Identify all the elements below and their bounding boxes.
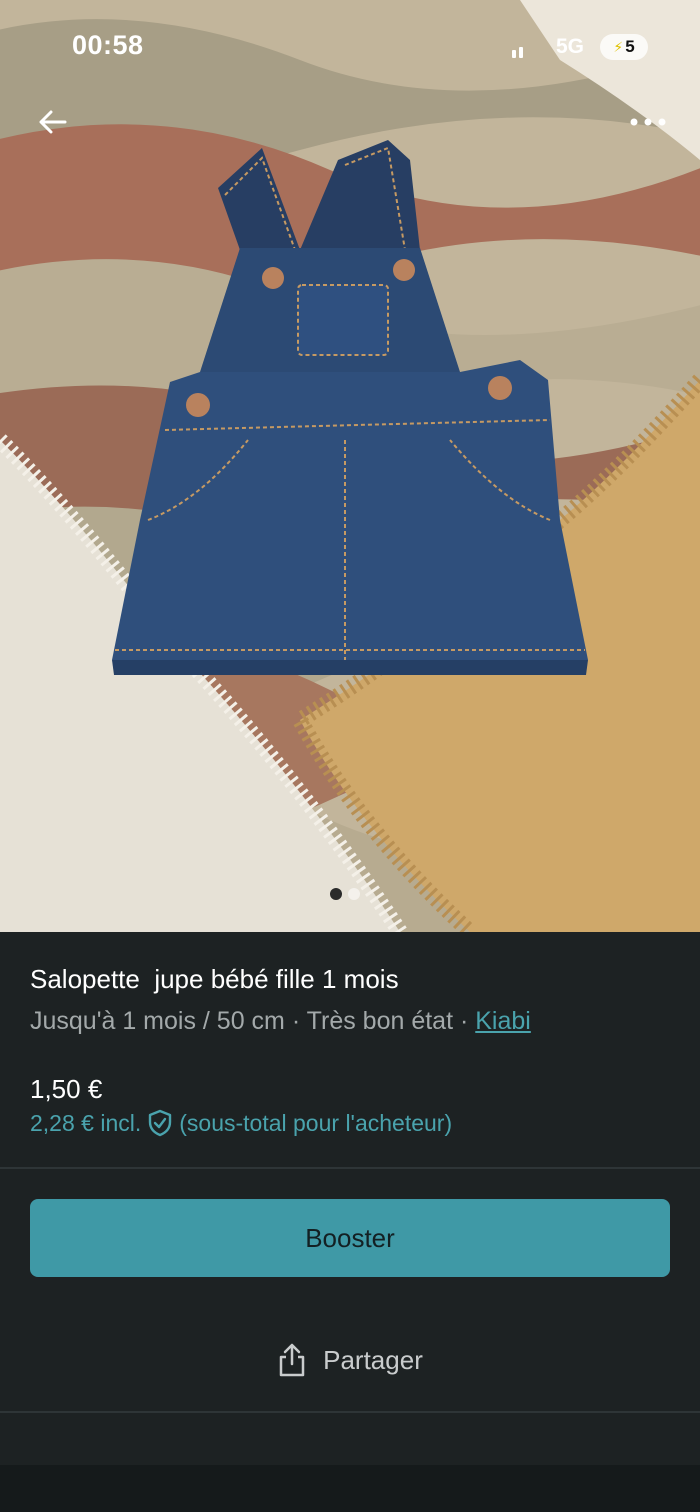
divider	[0, 1167, 700, 1169]
status-bar: 00:58 5G ⚡ 5	[0, 0, 700, 95]
product-photo-image	[0, 0, 700, 932]
total-price: 2,28 € incl.	[30, 1109, 142, 1136]
share-icon	[279, 1343, 305, 1377]
share-label: Partager	[323, 1344, 423, 1375]
product-photo[interactable]: 00:58 5G ⚡ 5	[0, 0, 700, 932]
item-info-panel: Salopette jupe bébé fille 1 mois Jusqu'à…	[0, 932, 700, 1512]
photo-pager	[330, 888, 360, 900]
boost-button[interactable]: Booster	[30, 1199, 670, 1277]
status-time: 00:58	[72, 30, 144, 60]
battery-level: 5	[625, 37, 635, 56]
back-arrow-icon	[39, 110, 67, 134]
share-button[interactable]: Partager	[220, 1332, 480, 1388]
bottom-bar	[0, 1465, 700, 1512]
brand-link[interactable]: Kiabi	[475, 1007, 531, 1035]
more-options-button[interactable]	[622, 100, 674, 144]
back-button[interactable]	[30, 100, 74, 144]
item-details: Jusqu'à 1 mois / 50 cm · Très bon état ·…	[30, 1007, 531, 1036]
item-title: Salopette jupe bébé fille 1 mois	[30, 964, 399, 994]
item-price: 1,50 €	[30, 1074, 103, 1104]
signal-icon	[512, 47, 523, 58]
more-dots-icon	[630, 118, 666, 126]
total-note: (sous-total pour l'acheteur)	[179, 1109, 453, 1136]
shield-check-icon	[149, 1109, 172, 1137]
pager-dot-active[interactable]	[330, 888, 342, 900]
item-size-condition: Jusqu'à 1 mois / 50 cm · Très bon état ·	[30, 1007, 476, 1035]
charging-icon: ⚡	[613, 38, 624, 55]
pager-dot[interactable]	[348, 888, 360, 900]
buyer-total[interactable]: 2,28 € incl. (sous-total pour l'acheteur…	[30, 1109, 452, 1137]
network-type: 5G	[556, 35, 585, 58]
battery-indicator: ⚡ 5	[600, 34, 648, 60]
divider	[0, 1411, 700, 1413]
